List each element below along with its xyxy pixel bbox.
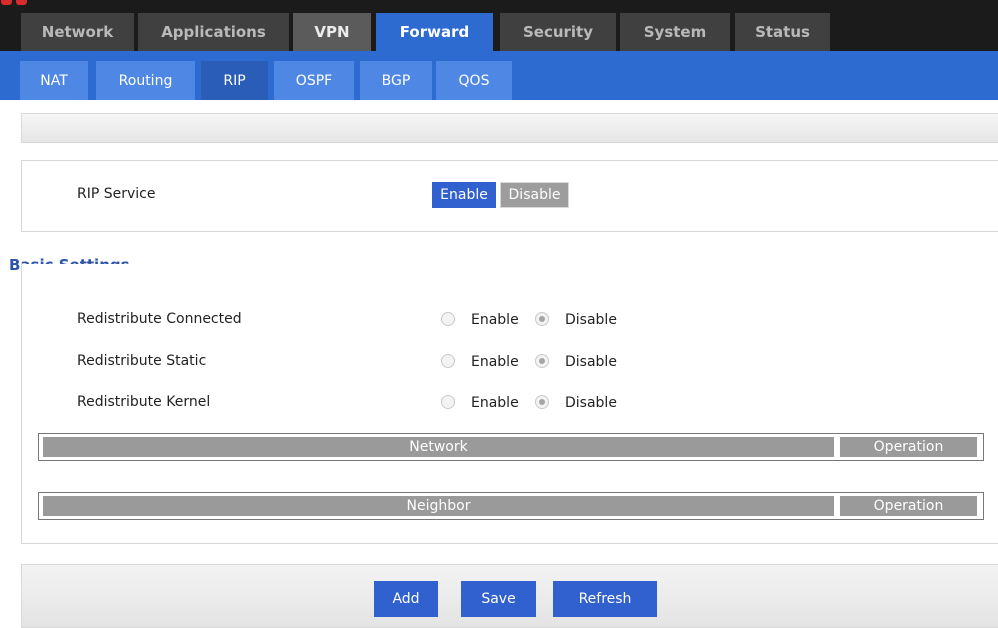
connected-enable-label: Enable xyxy=(471,312,519,328)
subtab-routing[interactable]: Routing xyxy=(96,61,195,100)
static-enable-radio[interactable] xyxy=(441,354,455,368)
refresh-button[interactable]: Refresh xyxy=(553,581,657,617)
subtab-bgp[interactable]: BGP xyxy=(360,61,432,100)
rip-disable-button[interactable]: Disable xyxy=(500,182,569,208)
subtab-qos[interactable]: QOS xyxy=(436,61,512,100)
red-corner-mark xyxy=(1,0,12,5)
connected-disable-label: Disable xyxy=(565,312,617,328)
kernel-enable-radio[interactable] xyxy=(441,395,455,409)
main-nav-bar: Network Applications VPN Forward Securit… xyxy=(0,0,998,51)
red-corner-mark xyxy=(16,0,27,5)
tab-network[interactable]: Network xyxy=(21,13,134,51)
redistribute-static-label: Redistribute Static xyxy=(77,353,207,369)
rip-enable-button[interactable]: Enable xyxy=(432,182,496,208)
subtab-rip[interactable]: RIP xyxy=(201,61,268,100)
redistribute-kernel-label: Redistribute Kernel xyxy=(77,394,211,410)
static-disable-label: Disable xyxy=(565,354,617,370)
sub-nav-bar: NAT Routing RIP OSPF BGP QOS xyxy=(0,51,998,100)
redistribute-connected-label: Redistribute Connected xyxy=(77,311,242,327)
static-disable-radio[interactable] xyxy=(535,354,549,368)
tab-status[interactable]: Status xyxy=(735,13,830,51)
connected-enable-radio[interactable] xyxy=(441,312,455,326)
kernel-enable-label: Enable xyxy=(471,395,519,411)
network-table: Network Operation xyxy=(38,433,984,461)
neighbor-column-header: Neighbor xyxy=(43,496,834,516)
connected-disable-radio[interactable] xyxy=(535,312,549,326)
kernel-disable-label: Disable xyxy=(565,395,617,411)
kernel-disable-radio[interactable] xyxy=(535,395,549,409)
tab-applications[interactable]: Applications xyxy=(138,13,289,51)
tab-vpn[interactable]: VPN xyxy=(293,13,371,51)
save-button[interactable]: Save xyxy=(461,581,536,617)
subtab-ospf[interactable]: OSPF xyxy=(274,61,354,100)
network-column-header: Network xyxy=(43,437,834,457)
network-operation-header: Operation xyxy=(840,437,977,457)
content-header-strip xyxy=(21,113,998,143)
subtab-nat[interactable]: NAT xyxy=(20,61,88,100)
neighbor-operation-header: Operation xyxy=(840,496,977,516)
neighbor-table: Neighbor Operation xyxy=(38,492,984,520)
footer-bar: Add Save Refresh xyxy=(21,564,998,628)
tab-system[interactable]: System xyxy=(620,13,730,51)
static-enable-label: Enable xyxy=(471,354,519,370)
rip-service-label: RIP Service xyxy=(77,186,156,202)
tab-forward[interactable]: Forward xyxy=(376,13,493,51)
add-button[interactable]: Add xyxy=(374,581,438,617)
rip-service-panel: RIP Service Enable Disable xyxy=(21,160,998,232)
tab-security[interactable]: Security xyxy=(500,13,616,51)
